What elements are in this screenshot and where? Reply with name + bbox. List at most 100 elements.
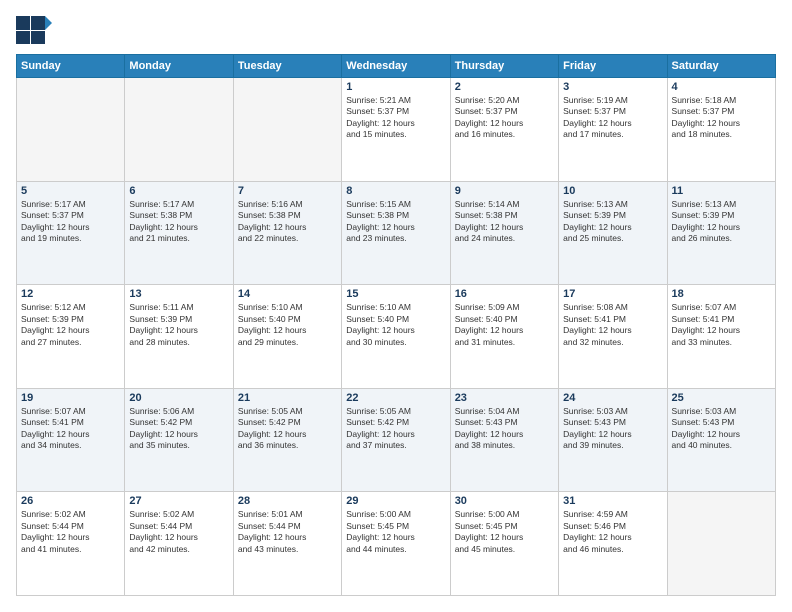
day-number: 10 bbox=[563, 185, 662, 197]
calendar-cell: 12 Sunrise: 5:12 AM Sunset: 5:39 PM Dayli… bbox=[17, 285, 125, 389]
day-number: 13 bbox=[129, 288, 228, 300]
day-number: 23 bbox=[455, 392, 554, 404]
day-number: 15 bbox=[346, 288, 445, 300]
day-number: 28 bbox=[238, 495, 337, 507]
calendar-cell: 10 Sunrise: 5:13 AM Sunset: 5:39 PM Dayli… bbox=[559, 181, 667, 285]
day-info: Sunrise: 5:12 AM Sunset: 5:39 PM Dayligh… bbox=[21, 302, 120, 348]
calendar-cell: 4 Sunrise: 5:18 AM Sunset: 5:37 PM Daylig… bbox=[667, 78, 775, 182]
day-number: 25 bbox=[672, 392, 771, 404]
day-info: Sunrise: 5:20 AM Sunset: 5:37 PM Dayligh… bbox=[455, 95, 554, 141]
calendar-cell: 20 Sunrise: 5:06 AM Sunset: 5:42 PM Dayli… bbox=[125, 388, 233, 492]
day-number: 29 bbox=[346, 495, 445, 507]
day-info: Sunrise: 5:10 AM Sunset: 5:40 PM Dayligh… bbox=[238, 302, 337, 348]
calendar-cell bbox=[667, 492, 775, 596]
day-number: 26 bbox=[21, 495, 120, 507]
calendar-cell: 19Sunrise: 5:07 AM Sunset: 5:41 PM Dayli… bbox=[17, 388, 125, 492]
calendar-cell: 8 Sunrise: 5:15 AM Sunset: 5:38 PM Daylig… bbox=[342, 181, 450, 285]
logo-icon bbox=[16, 16, 52, 44]
day-info: Sunrise: 4:59 AM Sunset: 5:46 PM Dayligh… bbox=[563, 509, 662, 555]
day-info: Sunrise: 5:07 AM Sunset: 5:41 PM Dayligh… bbox=[21, 406, 120, 452]
logo bbox=[16, 16, 56, 44]
calendar-cell: 14 Sunrise: 5:10 AM Sunset: 5:40 PM Dayli… bbox=[233, 285, 341, 389]
day-info: Sunrise: 5:18 AM Sunset: 5:37 PM Dayligh… bbox=[672, 95, 771, 141]
calendar-week-5: 26 Sunrise: 5:02 AM Sunset: 5:44 PM Dayli… bbox=[17, 492, 776, 596]
calendar-cell: 5 Sunrise: 5:17 AM Sunset: 5:37 PM Daylig… bbox=[17, 181, 125, 285]
calendar-header-thursday: Thursday bbox=[450, 55, 558, 78]
day-info: Sunrise: 5:13 AM Sunset: 5:39 PM Dayligh… bbox=[672, 199, 771, 245]
day-number: 30 bbox=[455, 495, 554, 507]
calendar-header-wednesday: Wednesday bbox=[342, 55, 450, 78]
day-number: 31 bbox=[563, 495, 662, 507]
day-number: 5 bbox=[21, 185, 120, 197]
day-info: Sunrise: 5:15 AM Sunset: 5:38 PM Dayligh… bbox=[346, 199, 445, 245]
day-info: Sunrise: 5:01 AM Sunset: 5:44 PM Dayligh… bbox=[238, 509, 337, 555]
calendar-cell: 25 Sunrise: 5:03 AM Sunset: 5:43 PM Dayli… bbox=[667, 388, 775, 492]
day-info: Sunrise: 5:14 AM Sunset: 5:38 PM Dayligh… bbox=[455, 199, 554, 245]
calendar-cell: 21 Sunrise: 5:05 AM Sunset: 5:42 PM Dayli… bbox=[233, 388, 341, 492]
calendar-cell bbox=[125, 78, 233, 182]
calendar-cell: 17Sunrise: 5:08 AM Sunset: 5:41 PM Dayli… bbox=[559, 285, 667, 389]
day-info: Sunrise: 5:17 AM Sunset: 5:38 PM Dayligh… bbox=[129, 199, 228, 245]
day-number: 7 bbox=[238, 185, 337, 197]
calendar-cell: 22 Sunrise: 5:05 AM Sunset: 5:42 PM Dayli… bbox=[342, 388, 450, 492]
day-info: Sunrise: 5:03 AM Sunset: 5:43 PM Dayligh… bbox=[672, 406, 771, 452]
calendar-cell: 27Sunrise: 5:02 AM Sunset: 5:44 PM Dayli… bbox=[125, 492, 233, 596]
calendar-week-4: 19Sunrise: 5:07 AM Sunset: 5:41 PM Dayli… bbox=[17, 388, 776, 492]
day-info: Sunrise: 5:21 AM Sunset: 5:37 PM Dayligh… bbox=[346, 95, 445, 141]
day-number: 18 bbox=[672, 288, 771, 300]
day-number: 12 bbox=[21, 288, 120, 300]
day-number: 8 bbox=[346, 185, 445, 197]
calendar-cell: 16 Sunrise: 5:09 AM Sunset: 5:40 PM Dayli… bbox=[450, 285, 558, 389]
calendar-cell: 18Sunrise: 5:07 AM Sunset: 5:41 PM Dayli… bbox=[667, 285, 775, 389]
day-number: 24 bbox=[563, 392, 662, 404]
header bbox=[16, 16, 776, 44]
day-number: 20 bbox=[129, 392, 228, 404]
calendar-cell: 26 Sunrise: 5:02 AM Sunset: 5:44 PM Dayli… bbox=[17, 492, 125, 596]
page: SundayMondayTuesdayWednesdayThursdayFrid… bbox=[0, 0, 792, 612]
calendar-cell: 11Sunrise: 5:13 AM Sunset: 5:39 PM Dayli… bbox=[667, 181, 775, 285]
day-number: 3 bbox=[563, 81, 662, 93]
calendar-cell: 30 Sunrise: 5:00 AM Sunset: 5:45 PM Dayli… bbox=[450, 492, 558, 596]
calendar-header-tuesday: Tuesday bbox=[233, 55, 341, 78]
calendar-cell: 3 Sunrise: 5:19 AM Sunset: 5:37 PM Daylig… bbox=[559, 78, 667, 182]
day-info: Sunrise: 5:09 AM Sunset: 5:40 PM Dayligh… bbox=[455, 302, 554, 348]
day-number: 17 bbox=[563, 288, 662, 300]
day-info: Sunrise: 5:10 AM Sunset: 5:40 PM Dayligh… bbox=[346, 302, 445, 348]
calendar-cell: 13 Sunrise: 5:11 AM Sunset: 5:39 PM Dayli… bbox=[125, 285, 233, 389]
day-info: Sunrise: 5:11 AM Sunset: 5:39 PM Dayligh… bbox=[129, 302, 228, 348]
calendar-week-3: 12 Sunrise: 5:12 AM Sunset: 5:39 PM Dayli… bbox=[17, 285, 776, 389]
day-info: Sunrise: 5:02 AM Sunset: 5:44 PM Dayligh… bbox=[21, 509, 120, 555]
day-number: 14 bbox=[238, 288, 337, 300]
day-info: Sunrise: 5:05 AM Sunset: 5:42 PM Dayligh… bbox=[346, 406, 445, 452]
calendar-week-1: 1 Sunrise: 5:21 AM Sunset: 5:37 PM Daylig… bbox=[17, 78, 776, 182]
calendar-cell: 2Sunrise: 5:20 AM Sunset: 5:37 PM Daylig… bbox=[450, 78, 558, 182]
calendar-cell bbox=[17, 78, 125, 182]
day-number: 1 bbox=[346, 81, 445, 93]
day-number: 4 bbox=[672, 81, 771, 93]
calendar-week-2: 5 Sunrise: 5:17 AM Sunset: 5:37 PM Daylig… bbox=[17, 181, 776, 285]
calendar-cell: 28 Sunrise: 5:01 AM Sunset: 5:44 PM Dayli… bbox=[233, 492, 341, 596]
calendar-cell: 15 Sunrise: 5:10 AM Sunset: 5:40 PM Dayli… bbox=[342, 285, 450, 389]
calendar-cell: 23 Sunrise: 5:04 AM Sunset: 5:43 PM Dayli… bbox=[450, 388, 558, 492]
calendar-cell: 7 Sunrise: 5:16 AM Sunset: 5:38 PM Daylig… bbox=[233, 181, 341, 285]
calendar-cell: 1 Sunrise: 5:21 AM Sunset: 5:37 PM Daylig… bbox=[342, 78, 450, 182]
day-info: Sunrise: 5:17 AM Sunset: 5:37 PM Dayligh… bbox=[21, 199, 120, 245]
calendar-header-saturday: Saturday bbox=[667, 55, 775, 78]
day-info: Sunrise: 5:00 AM Sunset: 5:45 PM Dayligh… bbox=[455, 509, 554, 555]
calendar-header-row: SundayMondayTuesdayWednesdayThursdayFrid… bbox=[17, 55, 776, 78]
calendar-cell: 24 Sunrise: 5:03 AM Sunset: 5:43 PM Dayli… bbox=[559, 388, 667, 492]
day-number: 22 bbox=[346, 392, 445, 404]
day-info: Sunrise: 5:03 AM Sunset: 5:43 PM Dayligh… bbox=[563, 406, 662, 452]
day-info: Sunrise: 5:13 AM Sunset: 5:39 PM Dayligh… bbox=[563, 199, 662, 245]
calendar-cell: 6Sunrise: 5:17 AM Sunset: 5:38 PM Daylig… bbox=[125, 181, 233, 285]
calendar-header-friday: Friday bbox=[559, 55, 667, 78]
day-info: Sunrise: 5:19 AM Sunset: 5:37 PM Dayligh… bbox=[563, 95, 662, 141]
day-info: Sunrise: 5:04 AM Sunset: 5:43 PM Dayligh… bbox=[455, 406, 554, 452]
day-info: Sunrise: 5:06 AM Sunset: 5:42 PM Dayligh… bbox=[129, 406, 228, 452]
day-number: 9 bbox=[455, 185, 554, 197]
day-number: 16 bbox=[455, 288, 554, 300]
day-info: Sunrise: 5:05 AM Sunset: 5:42 PM Dayligh… bbox=[238, 406, 337, 452]
day-number: 27 bbox=[129, 495, 228, 507]
day-info: Sunrise: 5:16 AM Sunset: 5:38 PM Dayligh… bbox=[238, 199, 337, 245]
day-number: 21 bbox=[238, 392, 337, 404]
